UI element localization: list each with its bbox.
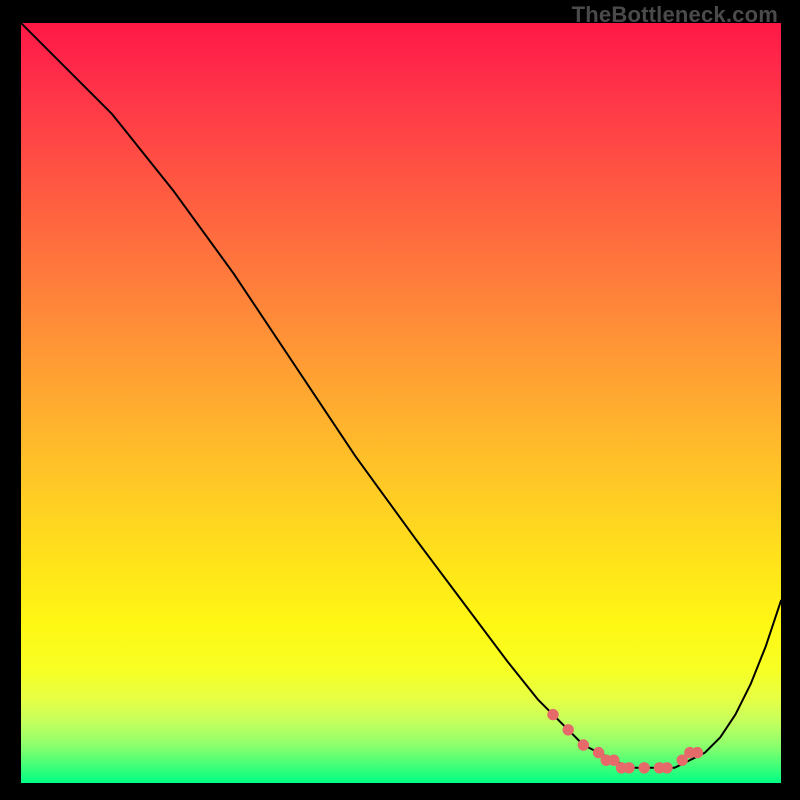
highlight-marker: [547, 709, 558, 720]
highlight-marker: [578, 739, 589, 750]
highlight-marker: [563, 724, 574, 735]
highlight-marker: [623, 762, 634, 773]
highlight-marker: [639, 762, 650, 773]
bottleneck-curve: [21, 23, 781, 768]
chart-frame: TheBottleneck.com: [0, 0, 800, 800]
chart-svg: [21, 23, 781, 783]
highlight-marker: [692, 747, 703, 758]
plot-area: [20, 22, 782, 784]
highlight-marker: [661, 762, 672, 773]
highlight-markers: [547, 709, 703, 774]
